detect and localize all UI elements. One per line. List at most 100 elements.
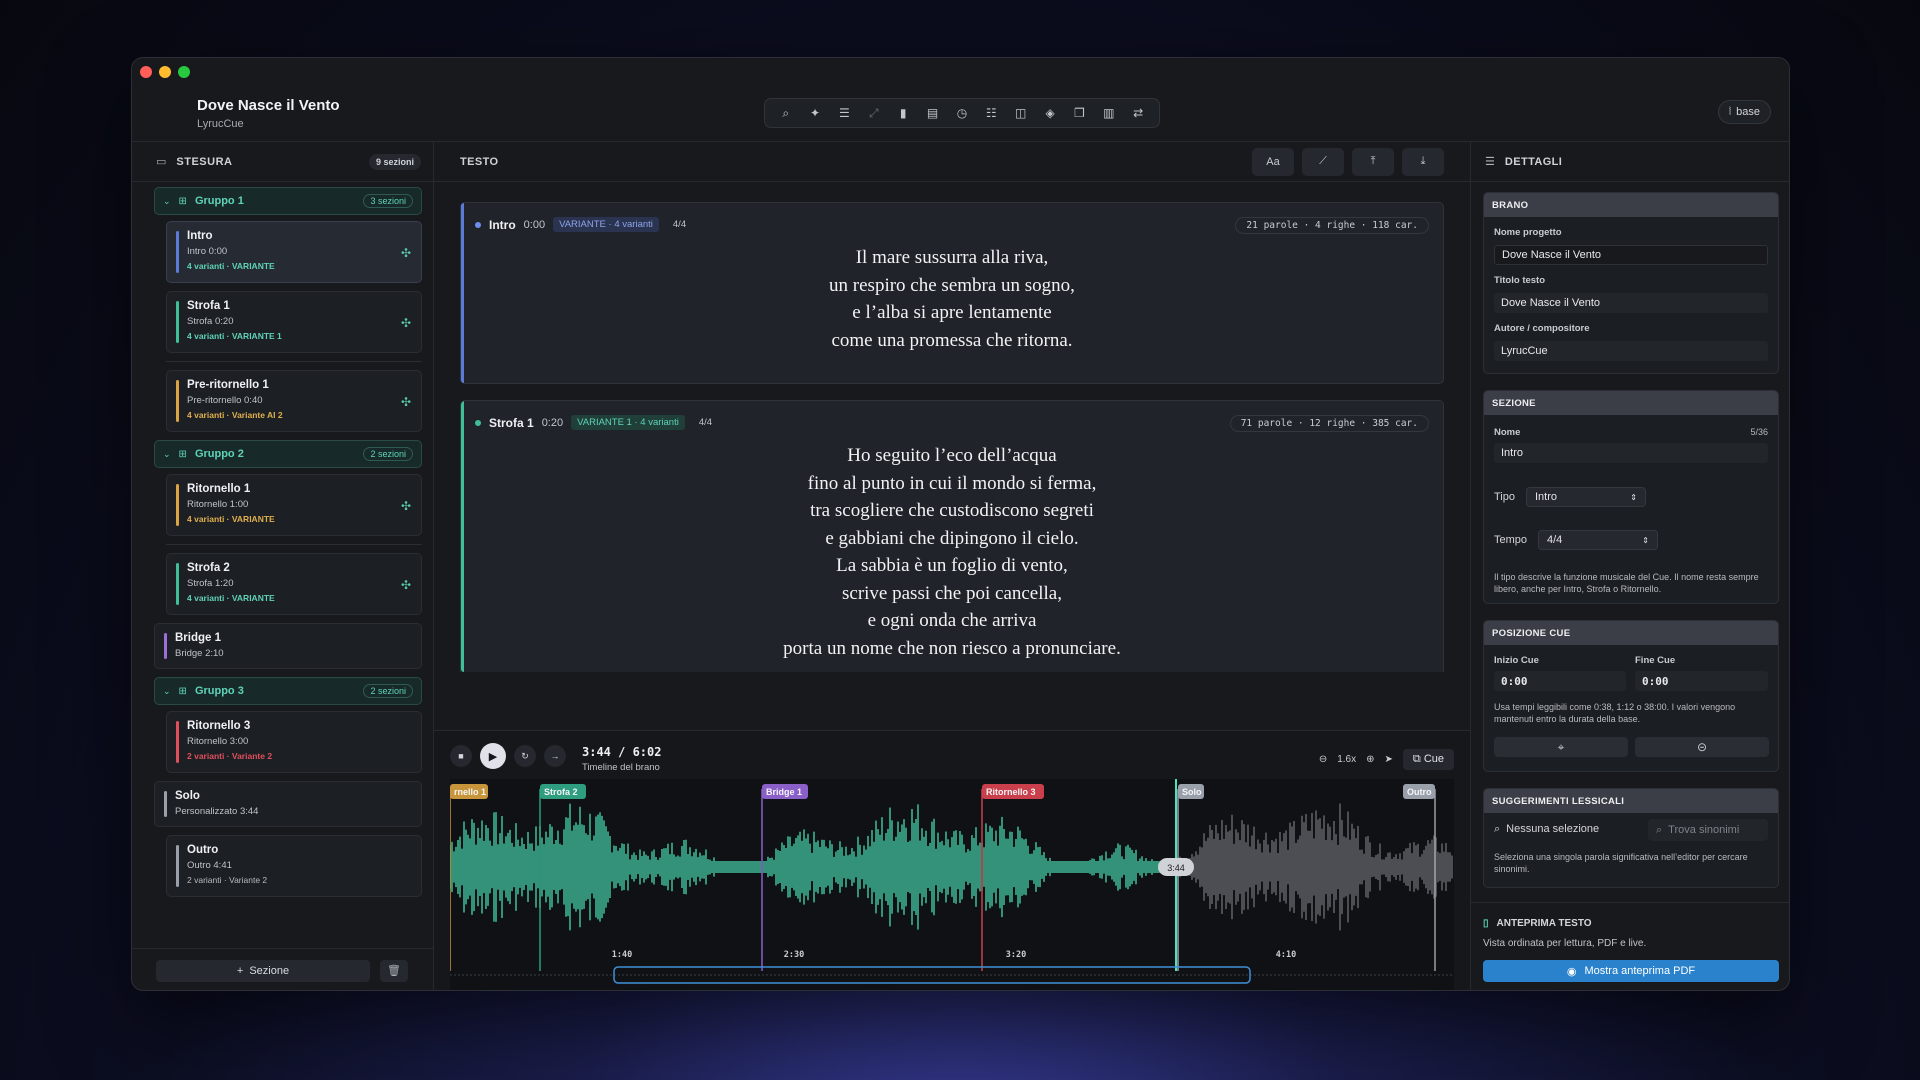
- selection-text: Nessuna selezione: [1506, 823, 1600, 835]
- close-window-button[interactable]: [140, 66, 152, 78]
- add-variant-icon[interactable]: ✣: [401, 499, 411, 513]
- layers-icon[interactable]: ◈: [1039, 102, 1061, 124]
- text-title-field[interactable]: Dove Nasce il Vento: [1494, 293, 1768, 313]
- outline-icon: ▭: [156, 156, 167, 168]
- base-button[interactable]: ⦚ base: [1717, 100, 1771, 124]
- lyric-line[interactable]: fino al punto in cui il mondo si ferma,: [461, 470, 1443, 498]
- minimize-window-button[interactable]: [159, 66, 171, 78]
- cue-start-field[interactable]: 0:00: [1494, 671, 1626, 691]
- waveform-timeline[interactable]: rnello 1 Strofa 2 Bridge 1 Ritornello 3 Solo…: [450, 779, 1454, 991]
- loop-icon[interactable]: ↻: [514, 745, 536, 767]
- lyric-line[interactable]: Ho seguito l’eco dell’acqua: [461, 442, 1443, 470]
- document-icon[interactable]: ▤: [922, 102, 944, 124]
- section-item[interactable]: Ritornello 1 Ritornello 1:00 4 varianti · …: [166, 474, 422, 536]
- section-item[interactable]: Strofa 2 Strofa 1:20 4 varianti · VARIANTE…: [166, 553, 422, 615]
- play-button[interactable]: ▶: [480, 743, 506, 769]
- expand-icon[interactable]: ⤢: [863, 102, 885, 124]
- zoom-out-icon[interactable]: ⊖: [1319, 754, 1327, 765]
- lyric-line[interactable]: come una promessa che ritorna.: [461, 327, 1443, 355]
- pdf-button-label: Mostra anteprima PDF: [1584, 965, 1696, 977]
- section-item[interactable]: Bridge 1 Bridge 2:10: [154, 623, 422, 669]
- lyric-line[interactable]: La sabbia è un foglio di vento,: [461, 552, 1443, 580]
- lyric-card-strofa-1[interactable]: Strofa 1 0:20 VARIANTE 1 · 4 varianti 4/…: [460, 400, 1444, 672]
- lyric-line[interactable]: un respiro che sembra un sogno,: [461, 272, 1443, 300]
- card-meter: 4/4: [698, 417, 713, 428]
- magic-wand-icon[interactable]: ⟋: [1302, 147, 1344, 176]
- chevron-down-icon: ⌄: [163, 448, 171, 459]
- lyric-line[interactable]: Il mare sussurra alla riva,: [461, 244, 1443, 272]
- add-section-button[interactable]: + Sezione: [156, 959, 370, 982]
- lyric-lines[interactable]: Il mare sussurra alla riva, un respiro c…: [461, 244, 1443, 354]
- lyric-line[interactable]: tra scogliere che custodiscono segreti: [461, 497, 1443, 525]
- field-label: Nome progetto: [1494, 227, 1562, 238]
- list-icon[interactable]: ☰: [833, 102, 855, 124]
- section-item[interactable]: Solo Personalizzato 3:44: [154, 781, 422, 827]
- add-variant-icon[interactable]: ✣: [401, 578, 411, 592]
- project-name-field[interactable]: Dove Nasce il Vento: [1494, 245, 1768, 265]
- lyric-card-intro[interactable]: Intro 0:00 VARIANTE · 4 varianti 4/4 21 …: [460, 202, 1444, 384]
- section-variant: 4 varianti · VARIANTE: [187, 593, 275, 603]
- search-icon[interactable]: ⌕: [775, 102, 797, 124]
- bookmark-icon[interactable]: ❒: [1068, 102, 1090, 124]
- skip-forward-icon[interactable]: →: [544, 745, 566, 767]
- lyric-line[interactable]: scrive passi che poi cancella,: [461, 580, 1443, 608]
- panel-title: SEZIONE: [1484, 391, 1778, 415]
- zoom-controls: ⊖ 1.6x ⊕ ➤ ⧉ Cue: [1319, 749, 1454, 770]
- details-icon: ☰: [1485, 156, 1495, 168]
- zoom-window-button[interactable]: [178, 66, 190, 78]
- group-header[interactable]: ⌄ ⊞ Gruppo 3 2 sezioni: [154, 677, 422, 705]
- trash-icon[interactable]: 🗑: [380, 959, 408, 982]
- section-item[interactable]: Pre-ritornello 1 Pre-ritornello 0:40 4 var…: [166, 370, 422, 432]
- add-variant-icon[interactable]: ✣: [401, 395, 411, 409]
- waveform-icon[interactable]: ▮: [892, 102, 914, 124]
- section-meta: Pre-ritornello 0:40: [187, 395, 263, 406]
- timer-icon[interactable]: ◷: [951, 102, 973, 124]
- columns-icon[interactable]: ◫: [1010, 102, 1032, 124]
- group-header[interactable]: ⌄ ⊞ Gruppo 1 3 sezioni: [154, 187, 422, 215]
- cue-end-field[interactable]: 0:00: [1635, 671, 1768, 691]
- tempo-select[interactable]: 4/4 ⇕: [1538, 530, 1658, 550]
- font-button[interactable]: Aa: [1252, 147, 1294, 176]
- add-variant-icon[interactable]: ✣: [401, 316, 411, 330]
- lyric-line[interactable]: e gabbiani che dipingono il cielo.: [461, 525, 1443, 553]
- route-icon[interactable]: ⇄: [1127, 102, 1149, 124]
- lyric-line[interactable]: porta un nome che non riesco a pronuncia…: [461, 635, 1443, 663]
- section-item[interactable]: Intro Intro 0:00 4 varianti · VARIANTE ✣: [166, 221, 422, 283]
- variant-badge[interactable]: VARIANTE 1 · 4 varianti: [571, 415, 685, 430]
- chevron-down-icon: ⌄: [163, 195, 171, 206]
- card-time: 0:20: [541, 416, 564, 429]
- synonym-placeholder: Trova sinonimi: [1668, 824, 1740, 836]
- lyric-lines[interactable]: Ho seguito l’eco dell’acqua fino al punt…: [461, 442, 1443, 662]
- crosshair-icon[interactable]: ⌖: [1494, 737, 1628, 757]
- section-item[interactable]: Strofa 1 Strofa 0:20 4 varianti · VARIANTE…: [166, 291, 422, 353]
- download-icon[interactable]: ⤓: [1402, 147, 1444, 176]
- tipo-select[interactable]: Intro ⇕: [1526, 487, 1646, 507]
- copy-icon: ⧉: [1412, 753, 1421, 765]
- upload-icon[interactable]: ⤒: [1352, 147, 1394, 176]
- checklist-icon[interactable]: ☷: [980, 102, 1002, 124]
- char-counter: 5/36: [1750, 427, 1768, 437]
- divider: [1471, 902, 1789, 903]
- show-pdf-preview-button[interactable]: ◉ Mostra anteprima PDF: [1483, 960, 1779, 982]
- status-dot: [475, 221, 481, 228]
- sparkle-icon[interactable]: ✦: [804, 102, 826, 124]
- lyric-line[interactable]: e l’alba si apre lentamente: [461, 299, 1443, 327]
- synonym-search-input[interactable]: ⌕ Trova sinonimi: [1648, 819, 1768, 841]
- stop-button[interactable]: ■: [450, 745, 472, 767]
- add-variant-icon[interactable]: ✣: [401, 246, 411, 260]
- variant-badge[interactable]: VARIANTE · 4 varianti: [553, 217, 659, 232]
- cue-button[interactable]: ⧉ Cue: [1402, 749, 1454, 770]
- field-label: Autore / compositore: [1494, 323, 1590, 334]
- section-item[interactable]: Outro Outro 4:41 2 varianti · Variante 2: [166, 835, 422, 897]
- section-meta: Strofa 0:20: [187, 316, 234, 327]
- zoom-in-icon[interactable]: ⊕: [1366, 754, 1374, 765]
- cue-marker-label: Solo: [1182, 787, 1202, 797]
- arrow-circle-icon[interactable]: ⊝: [1635, 737, 1769, 757]
- navigate-icon[interactable]: ➤: [1385, 754, 1393, 765]
- author-field[interactable]: LyrucCue: [1494, 341, 1768, 361]
- notes-icon[interactable]: ▥: [1098, 102, 1120, 124]
- lyric-line[interactable]: e ogni onda che arriva: [461, 607, 1443, 635]
- section-name-field[interactable]: Intro: [1494, 443, 1768, 463]
- group-header[interactable]: ⌄ ⊞ Gruppo 2 2 sezioni: [154, 440, 422, 468]
- section-item[interactable]: Ritornello 3 Ritornello 3:00 2 varianti · …: [166, 711, 422, 773]
